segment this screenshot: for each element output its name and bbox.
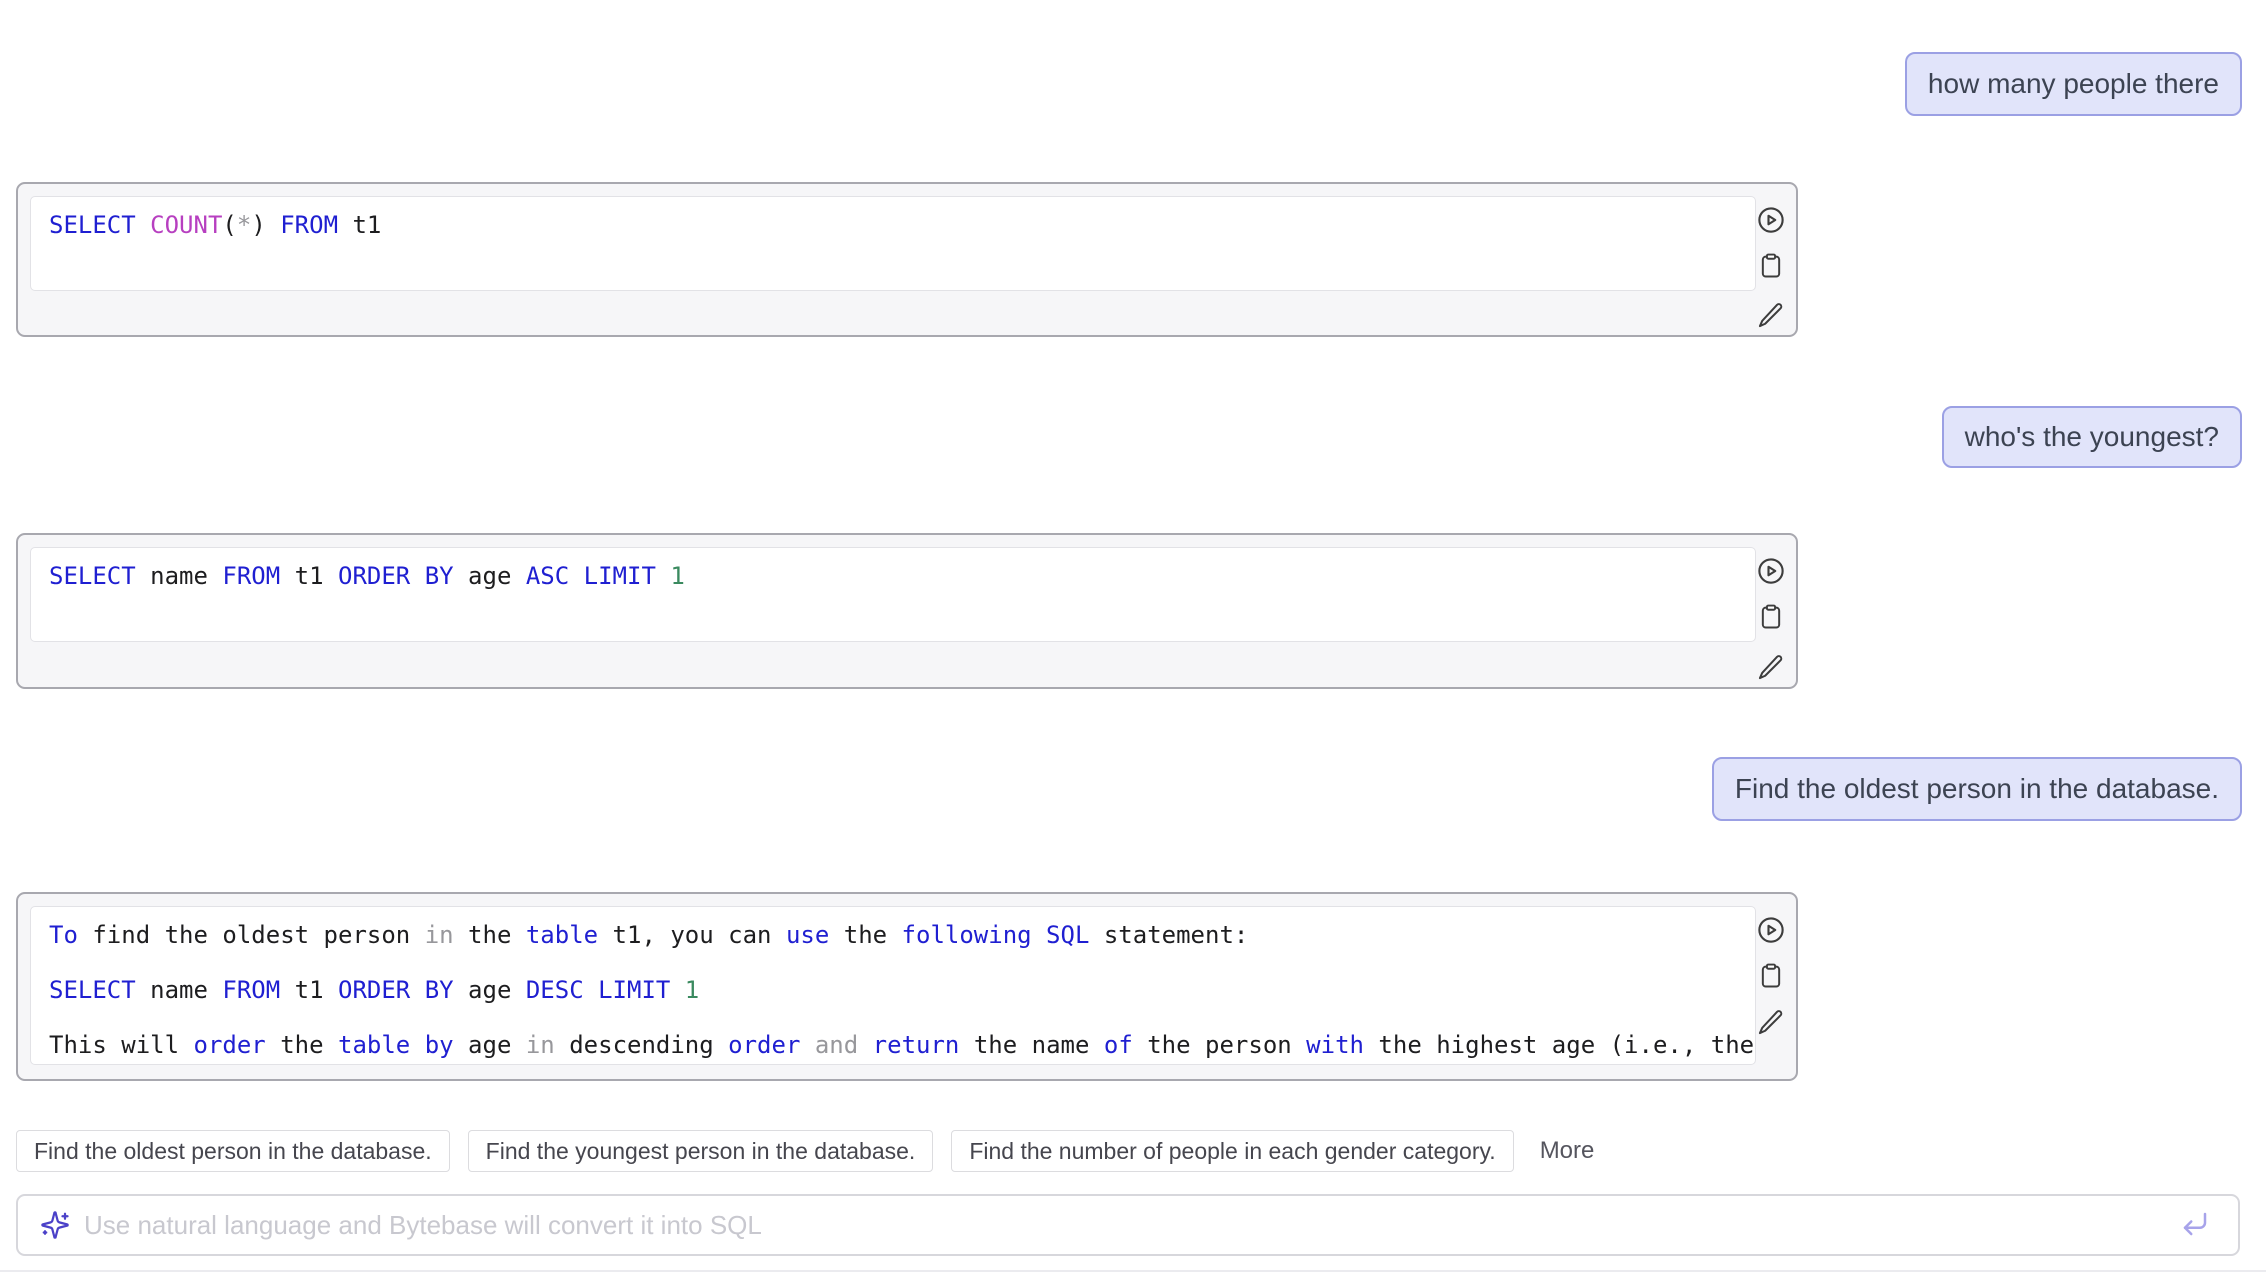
- sparkles-icon: [40, 1210, 70, 1240]
- run-sql-button[interactable]: [1756, 915, 1786, 945]
- assistant-sql-response: To find the oldest person in the table t…: [16, 892, 1798, 1081]
- run-sql-button[interactable]: [1756, 556, 1786, 586]
- bottom-divider: [0, 1270, 2266, 1272]
- sql-code-block: To find the oldest person in the table t…: [30, 906, 1756, 1065]
- more-suggestions-button[interactable]: More: [1540, 1137, 1595, 1165]
- user-message-text: how many people there: [1928, 68, 2219, 100]
- pencil-icon: [1757, 1008, 1785, 1036]
- pencil-icon: [1757, 653, 1785, 681]
- submit-query-button[interactable]: [2180, 1209, 2210, 1242]
- sql-explanation-line: This will order the table by age in desc…: [49, 1018, 1755, 1065]
- sql-chat-panel: how many people there SELECT COUNT(*) FR…: [0, 0, 2266, 1274]
- user-message-bubble: how many people there: [1905, 52, 2242, 116]
- sql-code-line: SELECT name FROM t1 ORDER BY age DESC LI…: [49, 963, 1755, 1018]
- user-message-text: who's the youngest?: [1965, 421, 2219, 453]
- edit-sql-button[interactable]: [1756, 300, 1786, 330]
- user-message-bubble: who's the youngest?: [1942, 406, 2242, 468]
- user-message-bubble: Find the oldest person in the database.: [1712, 757, 2242, 821]
- copy-sql-button[interactable]: [1756, 251, 1786, 281]
- suggestion-chip[interactable]: Find the number of people in each gender…: [951, 1130, 1513, 1172]
- copy-sql-button[interactable]: [1756, 602, 1786, 632]
- natural-language-input-bar: [16, 1194, 2240, 1256]
- suggestion-chip[interactable]: Find the oldest person in the database.: [16, 1130, 450, 1172]
- pencil-icon: [1757, 301, 1785, 329]
- assistant-sql-response: SELECT name FROM t1 ORDER BY age ASC LIM…: [16, 533, 1798, 689]
- play-circle-icon: [1756, 556, 1786, 586]
- copy-sql-button[interactable]: [1756, 961, 1786, 991]
- clipboard-icon: [1757, 962, 1785, 990]
- sql-code-block: SELECT name FROM t1 ORDER BY age ASC LIM…: [30, 547, 1756, 642]
- run-sql-button[interactable]: [1756, 205, 1786, 235]
- play-circle-icon: [1756, 205, 1786, 235]
- suggestion-chips-row: Find the oldest person in the database. …: [16, 1130, 1594, 1172]
- suggestion-chip[interactable]: Find the youngest person in the database…: [468, 1130, 934, 1172]
- play-circle-icon: [1756, 915, 1786, 945]
- edit-sql-button[interactable]: [1756, 652, 1786, 682]
- user-message-text: Find the oldest person in the database.: [1735, 773, 2219, 805]
- sql-code-line: SELECT name FROM t1 ORDER BY age ASC LIM…: [49, 549, 1755, 604]
- natural-language-input[interactable]: [84, 1210, 2180, 1241]
- sql-code-line: SELECT COUNT(*) FROM t1: [49, 198, 1755, 253]
- assistant-sql-response: SELECT COUNT(*) FROM t1: [16, 182, 1798, 337]
- sql-explanation-line: To find the oldest person in the table t…: [49, 908, 1755, 963]
- clipboard-icon: [1757, 252, 1785, 280]
- edit-sql-button[interactable]: [1756, 1007, 1786, 1037]
- return-arrow-icon: [2180, 1209, 2210, 1242]
- sql-code-block: SELECT COUNT(*) FROM t1: [30, 196, 1756, 291]
- clipboard-icon: [1757, 603, 1785, 631]
